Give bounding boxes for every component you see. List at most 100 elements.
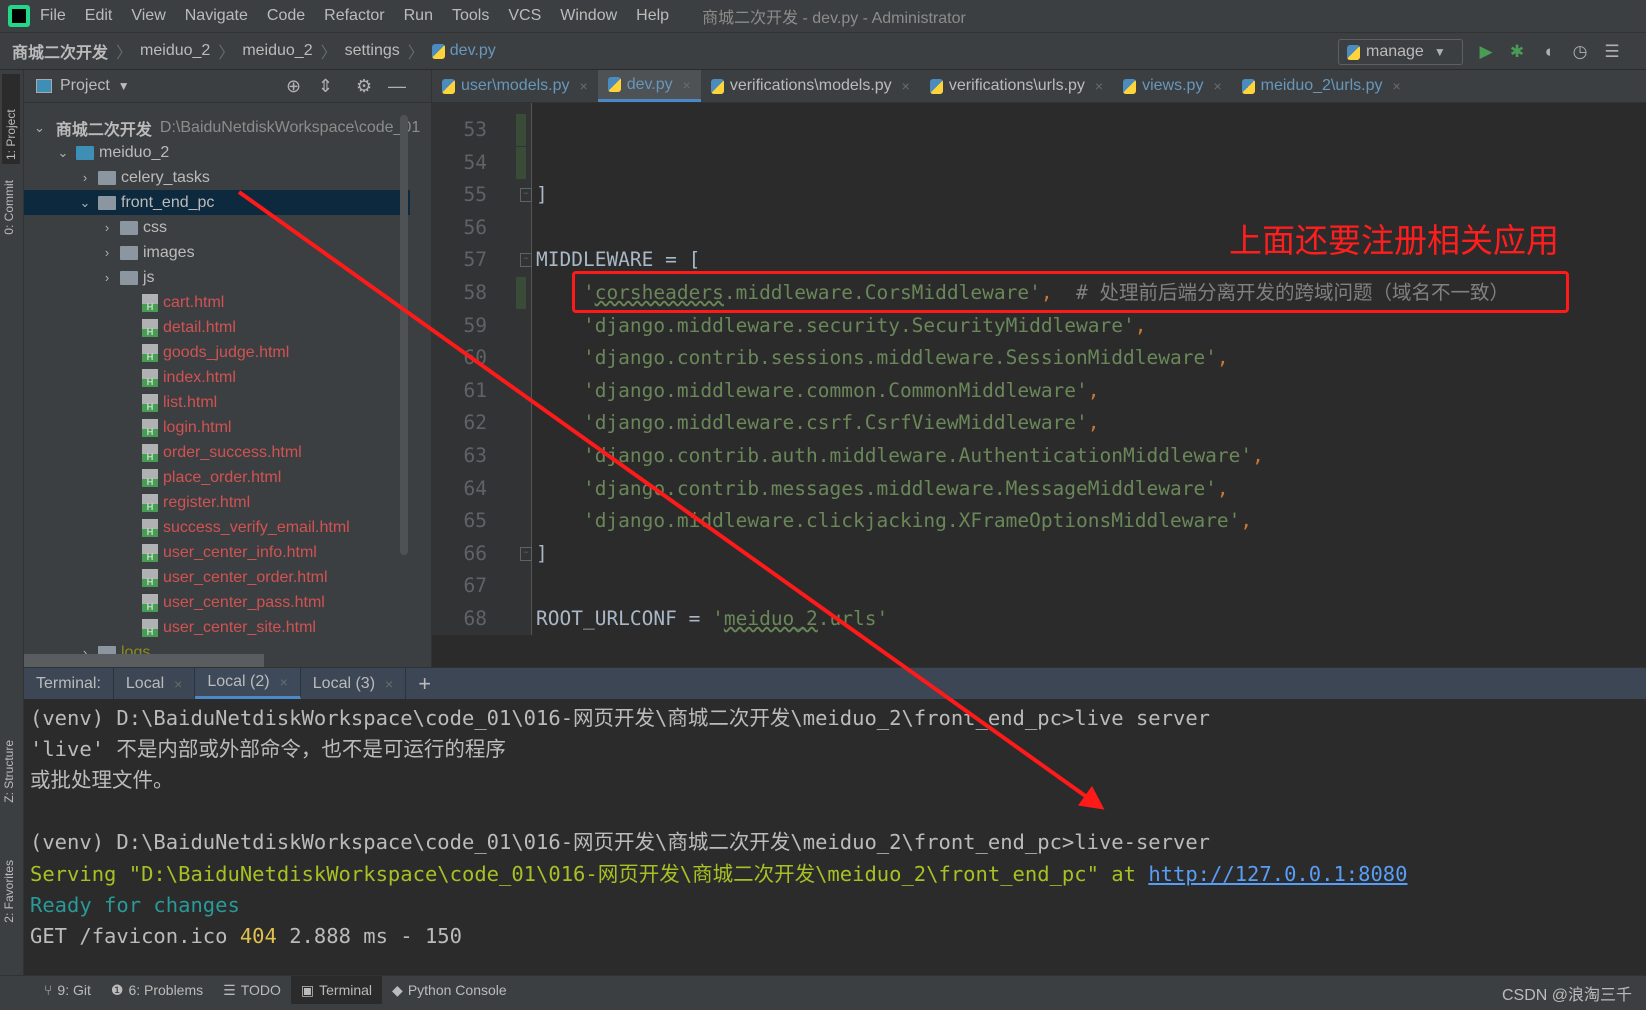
- menu-item-help[interactable]: Help: [636, 7, 669, 25]
- tool--git[interactable]: ⑂ 9: Git: [34, 976, 101, 1004]
- close-icon[interactable]: ×: [385, 676, 393, 692]
- server-link[interactable]: http://127.0.0.1:8080: [1148, 862, 1407, 886]
- profile-icon[interactable]: ◷: [1570, 42, 1590, 62]
- run-icon[interactable]: ▶: [1476, 42, 1496, 62]
- terminal-tab[interactable]: Local (2) ×: [195, 668, 301, 699]
- tree-item[interactable]: Huser_center_pass.html: [24, 590, 410, 615]
- menu-item-vcs[interactable]: VCS: [508, 7, 541, 25]
- terminal-tab[interactable]: Local (3) ×: [301, 668, 407, 699]
- fold-icon[interactable]: −: [520, 546, 532, 561]
- collapse-all-icon[interactable]: ⇕: [318, 76, 333, 97]
- code-token: ,: [1134, 313, 1147, 337]
- chevron-down-icon[interactable]: ▼: [118, 79, 130, 93]
- menu-item-view[interactable]: View: [131, 7, 165, 25]
- editor-tab[interactable]: dev.py ×: [597, 70, 701, 102]
- chevron-right-icon[interactable]: ›: [100, 245, 114, 260]
- tree-item[interactable]: Hplace_order.html: [24, 465, 410, 490]
- horizontal-scrollbar[interactable]: [24, 654, 264, 667]
- annotation-box-cors: [572, 271, 1569, 313]
- tree-item[interactable]: Hindex.html: [24, 365, 410, 390]
- tree-item[interactable]: › images: [24, 240, 410, 265]
- tool-window-project[interactable]: 1: Project: [2, 74, 20, 164]
- close-icon[interactable]: ×: [1095, 78, 1103, 94]
- tree-item[interactable]: Hlogin.html: [24, 415, 410, 440]
- tool-window-structure[interactable]: Z: Structure: [2, 740, 16, 803]
- breadcrumb-item[interactable]: meiduo_2: [242, 42, 312, 60]
- tool-terminal[interactable]: ▣ Terminal: [290, 976, 383, 1004]
- chevron-down-icon[interactable]: ⌄: [56, 145, 70, 161]
- menu-item-edit[interactable]: Edit: [85, 7, 113, 25]
- tree-scrollbar[interactable]: [400, 115, 408, 555]
- close-icon[interactable]: ×: [1392, 78, 1400, 94]
- editor-tab[interactable]: verifications\urls.py ×: [920, 70, 1113, 102]
- close-icon[interactable]: ×: [902, 78, 910, 94]
- breadcrumb-item[interactable]: settings: [345, 42, 400, 60]
- breadcrumb-item[interactable]: dev.py: [450, 42, 496, 60]
- terminal-tab[interactable]: Local ×: [114, 668, 196, 699]
- breadcrumb-item[interactable]: meiduo_2: [140, 42, 210, 60]
- tool-python-console[interactable]: ◆ Python Console: [382, 976, 517, 1004]
- chevron-right-icon: 〉: [218, 45, 235, 62]
- tree-item-label: celery_tasks: [121, 168, 210, 186]
- tree-item[interactable]: ⌄ 商城二次开发 D:\BaiduNetdiskWorkspace\code_01: [24, 115, 420, 140]
- fold-icon[interactable]: −: [520, 253, 532, 268]
- tool--problems[interactable]: ❶ 6: Problems: [101, 976, 213, 1004]
- tree-item[interactable]: › js: [24, 265, 410, 290]
- close-icon[interactable]: ×: [683, 77, 691, 93]
- chevron-right-icon[interactable]: ›: [100, 270, 114, 285]
- tree-item[interactable]: › celery_tasks: [24, 165, 410, 190]
- chevron-right-icon: 〉: [116, 45, 133, 62]
- code-editor[interactable]: 53 54−55] 56−57 MIDDLEWARE = [58 'corsheade…: [432, 103, 1646, 635]
- close-icon[interactable]: ×: [174, 676, 182, 692]
- run-config-select[interactable]: manage ▼: [1338, 39, 1463, 65]
- chevron-down-icon[interactable]: ⌄: [34, 120, 45, 136]
- tree-item[interactable]: Hgoods_judge.html: [24, 340, 410, 365]
- terminal-output[interactable]: (venv) D:\BaiduNetdiskWorkspace\code_01\…: [24, 699, 1646, 975]
- menu-item-code[interactable]: Code: [267, 7, 305, 25]
- close-icon[interactable]: ×: [280, 674, 288, 690]
- tree-item[interactable]: › css: [24, 215, 410, 240]
- gear-icon[interactable]: ⚙: [356, 76, 372, 97]
- editor-tab[interactable]: meiduo_2\urls.py ×: [1232, 70, 1411, 102]
- tool-todo[interactable]: ☰ TODO: [213, 976, 291, 1004]
- chevron-down-icon[interactable]: ⌄: [78, 195, 92, 211]
- tree-item[interactable]: Hsuccess_verify_email.html: [24, 515, 410, 540]
- editor-tab[interactable]: verifications\models.py ×: [701, 70, 920, 102]
- menu-item-refactor[interactable]: Refactor: [324, 7, 384, 25]
- tree-item[interactable]: Huser_center_order.html: [24, 565, 410, 590]
- debug-icon[interactable]: ✱: [1507, 42, 1527, 62]
- editor-tab[interactable]: views.py ×: [1113, 70, 1232, 102]
- tree-item[interactable]: Huser_center_info.html: [24, 540, 410, 565]
- coverage-icon[interactable]: ◖: [1538, 42, 1558, 62]
- tree-item[interactable]: Huser_center_site.html: [24, 615, 410, 640]
- tree-item[interactable]: ⌄ front_end_pc: [24, 190, 410, 215]
- tree-item[interactable]: Hregister.html: [24, 490, 410, 515]
- menu-item-run[interactable]: Run: [404, 7, 433, 25]
- chevron-right-icon[interactable]: ›: [100, 220, 114, 235]
- menu-item-file[interactable]: File: [40, 7, 66, 25]
- add-terminal-button[interactable]: +: [406, 668, 443, 699]
- tree-item[interactable]: Hcart.html: [24, 290, 410, 315]
- close-icon[interactable]: ×: [1213, 78, 1221, 94]
- menu-item-window[interactable]: Window: [560, 7, 617, 25]
- locate-icon[interactable]: ⊕: [286, 76, 301, 97]
- tree-item[interactable]: Hdetail.html: [24, 315, 410, 340]
- build-icon[interactable]: ☰: [1602, 42, 1622, 62]
- code-line: − 66]: [432, 538, 1646, 570]
- tree-item[interactable]: Hlist.html: [24, 390, 410, 415]
- minimize-icon[interactable]: —: [388, 76, 406, 97]
- folder-icon: [120, 245, 138, 260]
- editor-tab[interactable]: user\models.py ×: [432, 70, 598, 102]
- code-line: 64 'django.contrib.messages.middleware.M…: [432, 473, 1646, 505]
- tree-item[interactable]: ⌄ meiduo_2: [24, 140, 410, 165]
- menu-item-tools[interactable]: Tools: [452, 7, 489, 25]
- menu-item-navigate[interactable]: Navigate: [185, 7, 248, 25]
- fold-icon[interactable]: −: [520, 188, 532, 203]
- chevron-right-icon[interactable]: ›: [78, 170, 92, 185]
- close-icon[interactable]: ×: [580, 78, 588, 94]
- tree-item[interactable]: Horder_success.html: [24, 440, 410, 465]
- breadcrumb-item[interactable]: 商城二次开发: [12, 39, 108, 63]
- tool-window-favorites[interactable]: 2: Favorites: [2, 860, 16, 923]
- project-view-select[interactable]: Project: [60, 77, 110, 95]
- tool-window-commit[interactable]: 0: Commit: [2, 180, 16, 235]
